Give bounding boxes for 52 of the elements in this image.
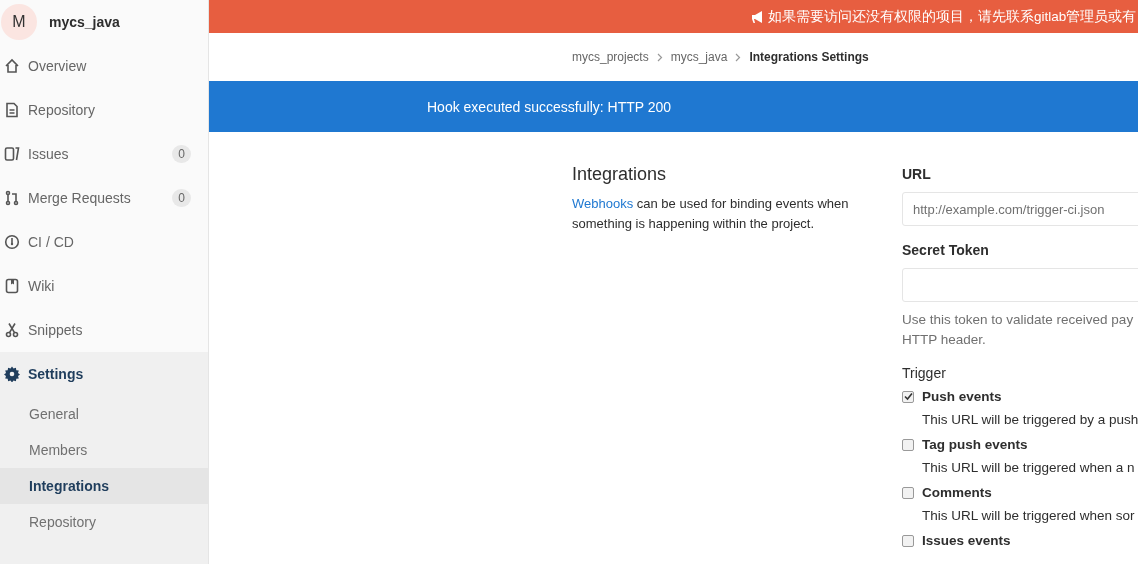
url-field[interactable]: http://example.com/trigger-ci.json [902, 192, 1138, 226]
breadcrumb-link[interactable]: Integrations Settings [749, 50, 869, 64]
field-label: Secret Token [902, 242, 990, 258]
sidebar-item[interactable]: Wiki [0, 264, 208, 308]
breadcrumb-link[interactable]: mycs_java [670, 50, 728, 64]
gear-icon [4, 366, 20, 382]
checkbox-label[interactable]: Tag push events [922, 437, 1028, 452]
flash-text: Hook executed successfully: HTTP 200 [427, 98, 672, 115]
breadcrumb-link[interactable]: mycs_projects [572, 50, 649, 64]
sidebar-item[interactable]: Settings [0, 352, 208, 396]
sidebar-subitem[interactable]: Integrations [0, 468, 208, 504]
webhooks-link[interactable]: Webhooks [572, 196, 634, 211]
document-icon [4, 102, 20, 118]
sidebar-subitem[interactable]: General [0, 396, 208, 432]
gauge-icon [4, 234, 20, 250]
project-name[interactable]: mycs_java [49, 14, 120, 30]
megaphone-icon [751, 9, 765, 24]
checkbox-label[interactable]: Comments [922, 485, 992, 500]
chevron-icon [656, 52, 663, 62]
sidebar-item[interactable]: Repository [0, 88, 208, 132]
section-title: Integrations [572, 164, 668, 185]
trigger-description: This URL will be triggered by a push [921, 412, 1138, 427]
home-icon [4, 58, 20, 74]
secret-token-field[interactable] [902, 268, 1138, 302]
sidebar-item[interactable]: Issues 0 [0, 132, 208, 176]
checkbox[interactable] [902, 438, 914, 451]
checkbox-label[interactable]: Issues events [922, 533, 1011, 548]
sidebar-item[interactable]: Snippets [0, 308, 208, 352]
banner-text: 如果需要访问还没有权限的项目，请先联系gitlab管理员或有 [768, 7, 1137, 26]
sidebar-subitem[interactable]: Members [0, 432, 208, 468]
count-badge: 0 [172, 189, 191, 207]
section-description: Webhooks can be used for binding events when something is happening within the project. [572, 195, 850, 233]
scissors-icon [4, 322, 20, 338]
count-badge: 0 [172, 145, 191, 163]
field-label: Trigger [902, 365, 947, 381]
sidebar-item[interactable]: Merge Requests 0 [0, 176, 208, 220]
checkbox[interactable] [902, 390, 914, 403]
trigger-description: This URL will be triggered when sor [921, 508, 1136, 523]
field-hint: Use this token to validate received pay HTTP header. [902, 311, 1135, 349]
issues-icon [4, 146, 20, 162]
sidebar-item[interactable]: CI / CD [0, 220, 208, 264]
checkbox-label[interactable]: Push events [922, 389, 1002, 404]
sidebar-item[interactable]: Overview [0, 44, 208, 88]
sidebar-subitem[interactable]: Repository [0, 504, 208, 540]
field-label: URL [902, 166, 932, 182]
project-avatar: M [1, 4, 37, 40]
chevron-icon [735, 52, 742, 62]
merge-request-icon [4, 190, 20, 206]
checkbox[interactable] [902, 534, 914, 547]
book-icon [4, 278, 20, 294]
checkbox[interactable] [902, 486, 914, 499]
trigger-description: This URL will be triggered when a n [921, 460, 1136, 475]
